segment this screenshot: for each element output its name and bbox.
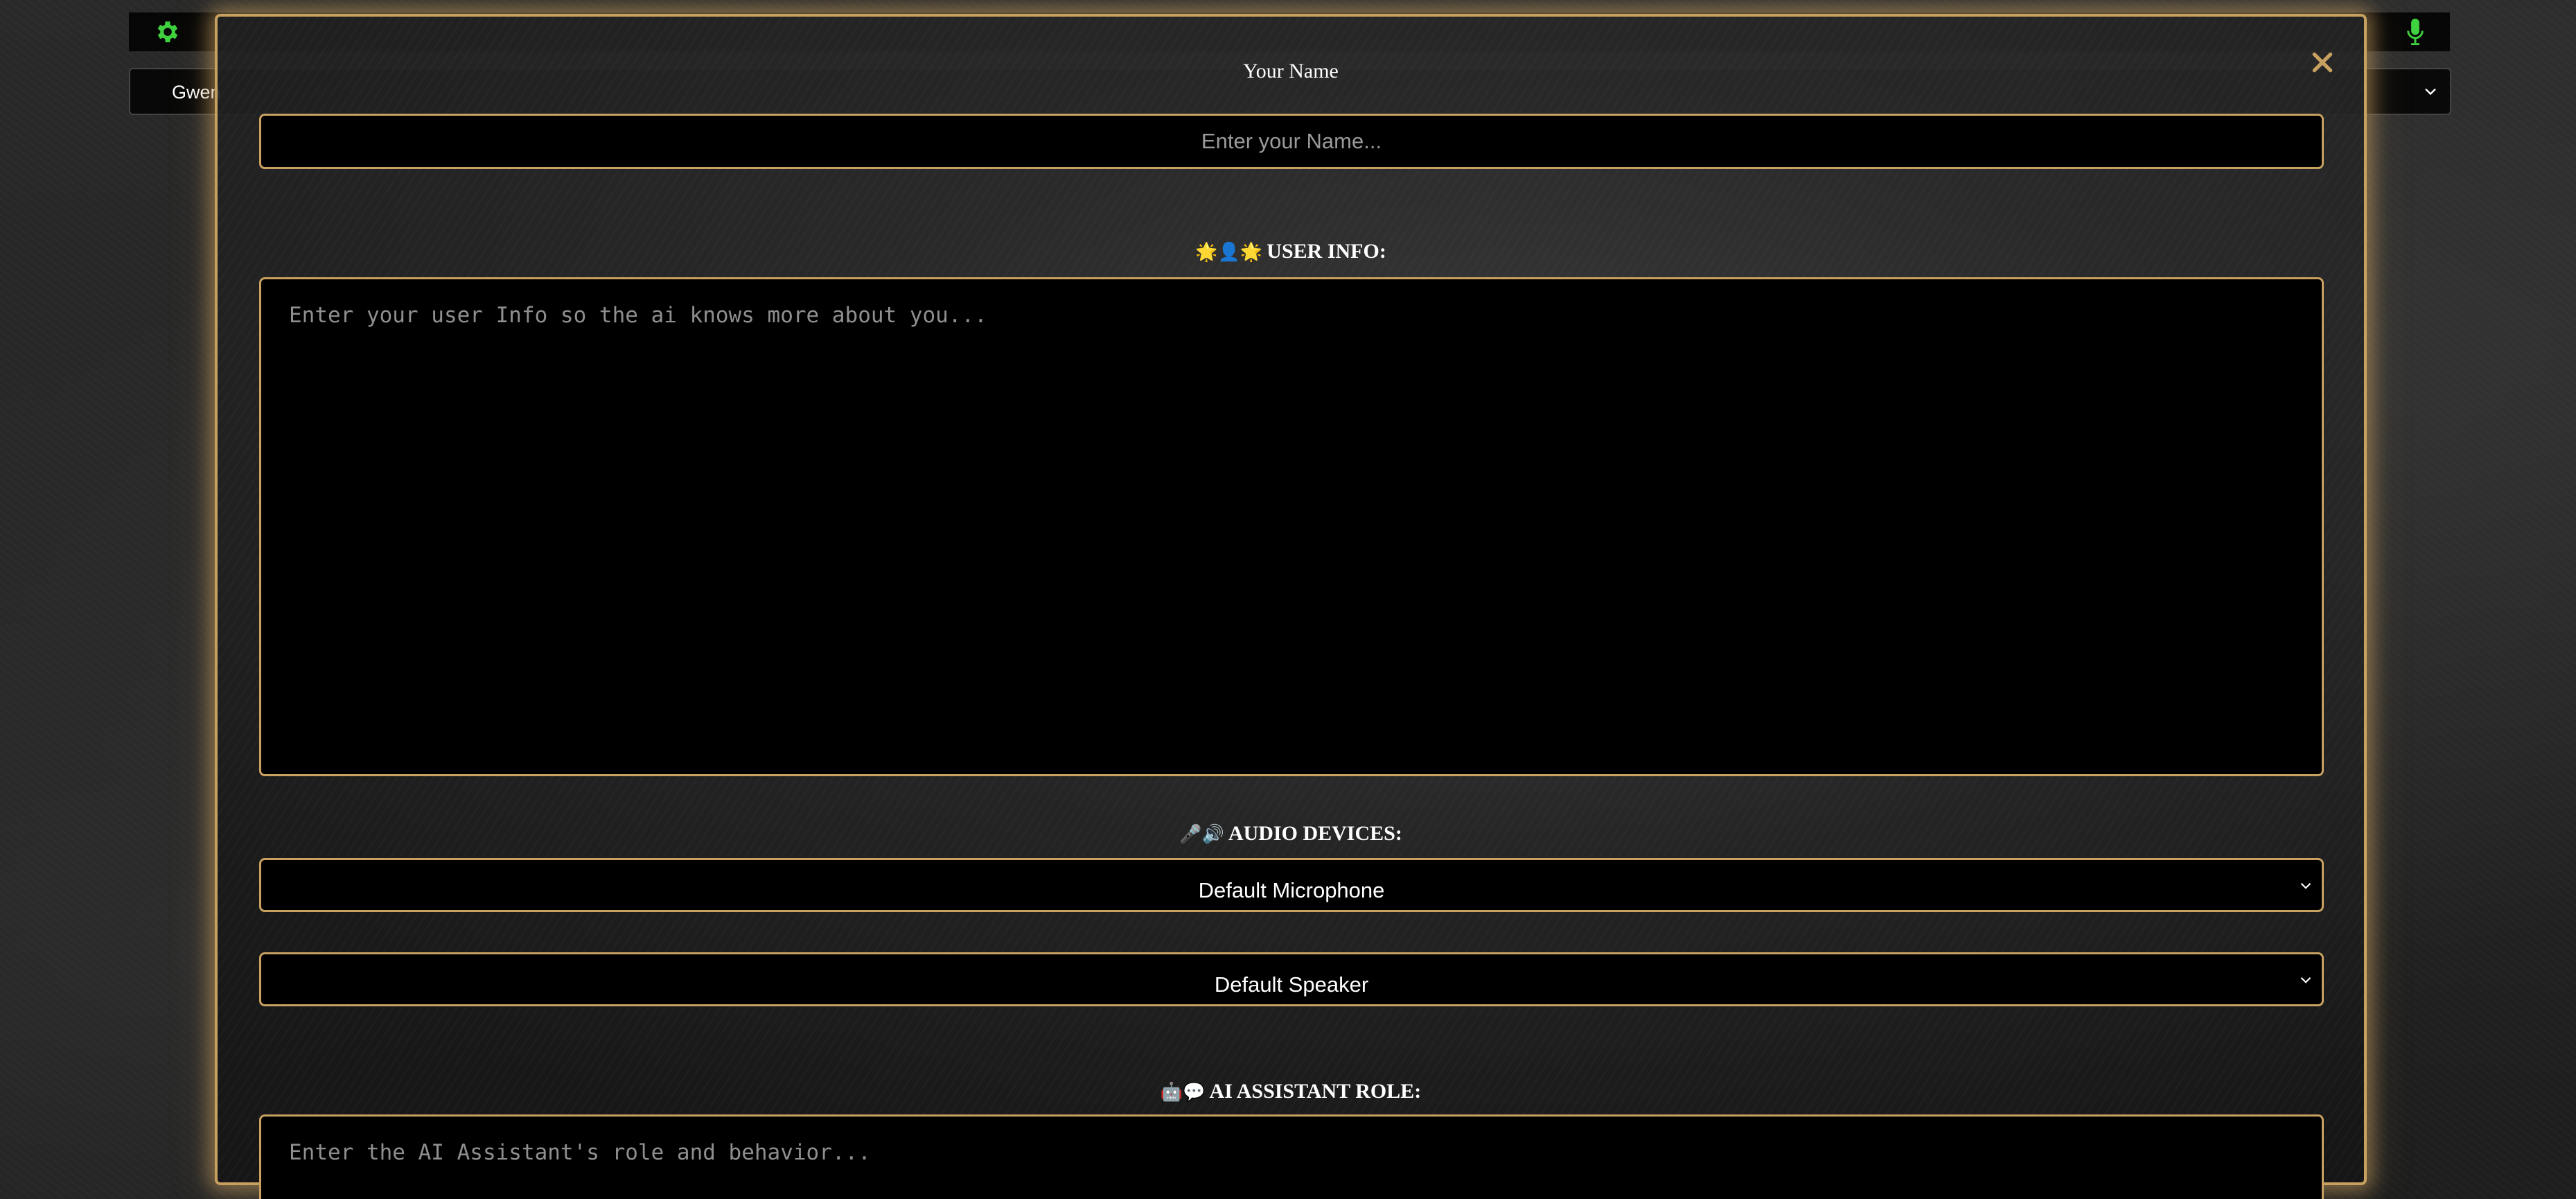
chevron-down-icon — [2300, 882, 2311, 889]
microphone-icon[interactable] — [2403, 17, 2428, 47]
speaker-select-value: Default Speaker — [1214, 972, 1369, 997]
assistant-role-textarea[interactable] — [259, 1114, 2324, 1199]
speaker-select[interactable]: Default Speaker — [259, 952, 2324, 1006]
user-info-emoji: 🌟👤🌟 — [1195, 242, 1263, 263]
chevron-down-icon — [2425, 88, 2436, 96]
name-label-text: Your Name — [1243, 60, 1339, 82]
user-info-label: 🌟👤🌟 USER INFO: — [218, 240, 2364, 263]
chevron-down-icon — [2300, 977, 2311, 983]
audio-devices-label-text: AUDIO DEVICES: — [1228, 822, 1402, 845]
settings-modal: Your Name 🌟👤🌟USER INFO: 🎤🔊AUDIO DEVICES:… — [215, 14, 2367, 1199]
name-label: Your Name — [218, 60, 2364, 83]
audio-devices-emoji: 🎤🔊 — [1179, 824, 1224, 845]
microphone-select-value: Default Microphone — [1198, 878, 1385, 902]
user-info-label-text: USER INFO: — [1267, 240, 1386, 263]
app-background: Gwen Your Name 🌟👤🌟USER INFO: 🎤🔊AUDIO DEV… — [0, 0, 2576, 1199]
audio-devices-label: 🎤🔊 AUDIO DEVICES: — [218, 822, 2364, 846]
microphone-select[interactable]: Default Microphone — [259, 858, 2324, 912]
assistant-role-label: 🤖💬 AI ASSISTANT ROLE: — [218, 1080, 2364, 1103]
gear-icon[interactable] — [154, 18, 182, 46]
assistant-role-label-text: AI ASSISTANT ROLE: — [1209, 1080, 1422, 1103]
user-info-textarea[interactable] — [259, 277, 2324, 776]
name-input[interactable] — [259, 114, 2324, 169]
assistant-role-emoji: 🤖💬 — [1160, 1082, 1206, 1103]
character-select-value: Gwen — [172, 82, 221, 103]
